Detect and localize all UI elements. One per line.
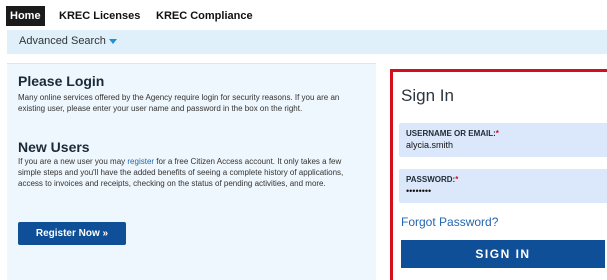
search-bar: Advanced Search — [7, 30, 607, 54]
tab-krec-compliance[interactable]: KREC Compliance — [152, 6, 257, 26]
please-login-text: Many online services offered by the Agen… — [18, 93, 340, 113]
please-login-heading: Please Login — [18, 73, 105, 89]
sign-in-panel: Sign In USERNAME OR EMAIL:* alycia.smith… — [390, 69, 607, 280]
caret-down-icon — [108, 38, 117, 44]
username-field[interactable]: USERNAME OR EMAIL:* alycia.smith — [399, 123, 607, 157]
forgot-password-link[interactable]: Forgot Password? — [401, 215, 498, 229]
username-label-text: USERNAME OR EMAIL: — [406, 129, 496, 138]
top-navigation: Home KREC Licenses KREC Compliance — [0, 0, 607, 28]
required-marker: * — [495, 129, 499, 138]
username-label: USERNAME OR EMAIL:* — [406, 129, 499, 138]
advanced-search-label: Advanced Search — [19, 35, 106, 47]
new-users-text: If you are a new user you may register f… — [18, 156, 366, 189]
tab-home[interactable]: Home — [6, 6, 45, 26]
tab-krec-licenses[interactable]: KREC Licenses — [55, 6, 144, 26]
password-field[interactable]: PASSWORD:* •••••••• — [399, 169, 607, 203]
password-value: •••••••• — [406, 186, 432, 196]
login-info-panel: Please Login Many online services offere… — [7, 63, 376, 280]
register-link[interactable]: register — [127, 157, 154, 166]
password-label-text: PASSWORD: — [406, 175, 456, 184]
new-users-heading: New Users — [18, 139, 90, 155]
advanced-search-dropdown[interactable]: Advanced Search — [19, 35, 117, 47]
new-users-text-before: If you are a new user you may — [18, 157, 128, 166]
sign-in-title: Sign In — [401, 86, 454, 105]
required-marker: * — [455, 175, 459, 184]
sign-in-button[interactable]: SIGN IN — [401, 240, 605, 268]
username-value: alycia.smith — [406, 140, 454, 150]
register-now-button[interactable]: Register Now » — [18, 222, 126, 245]
password-label: PASSWORD:* — [406, 175, 458, 184]
